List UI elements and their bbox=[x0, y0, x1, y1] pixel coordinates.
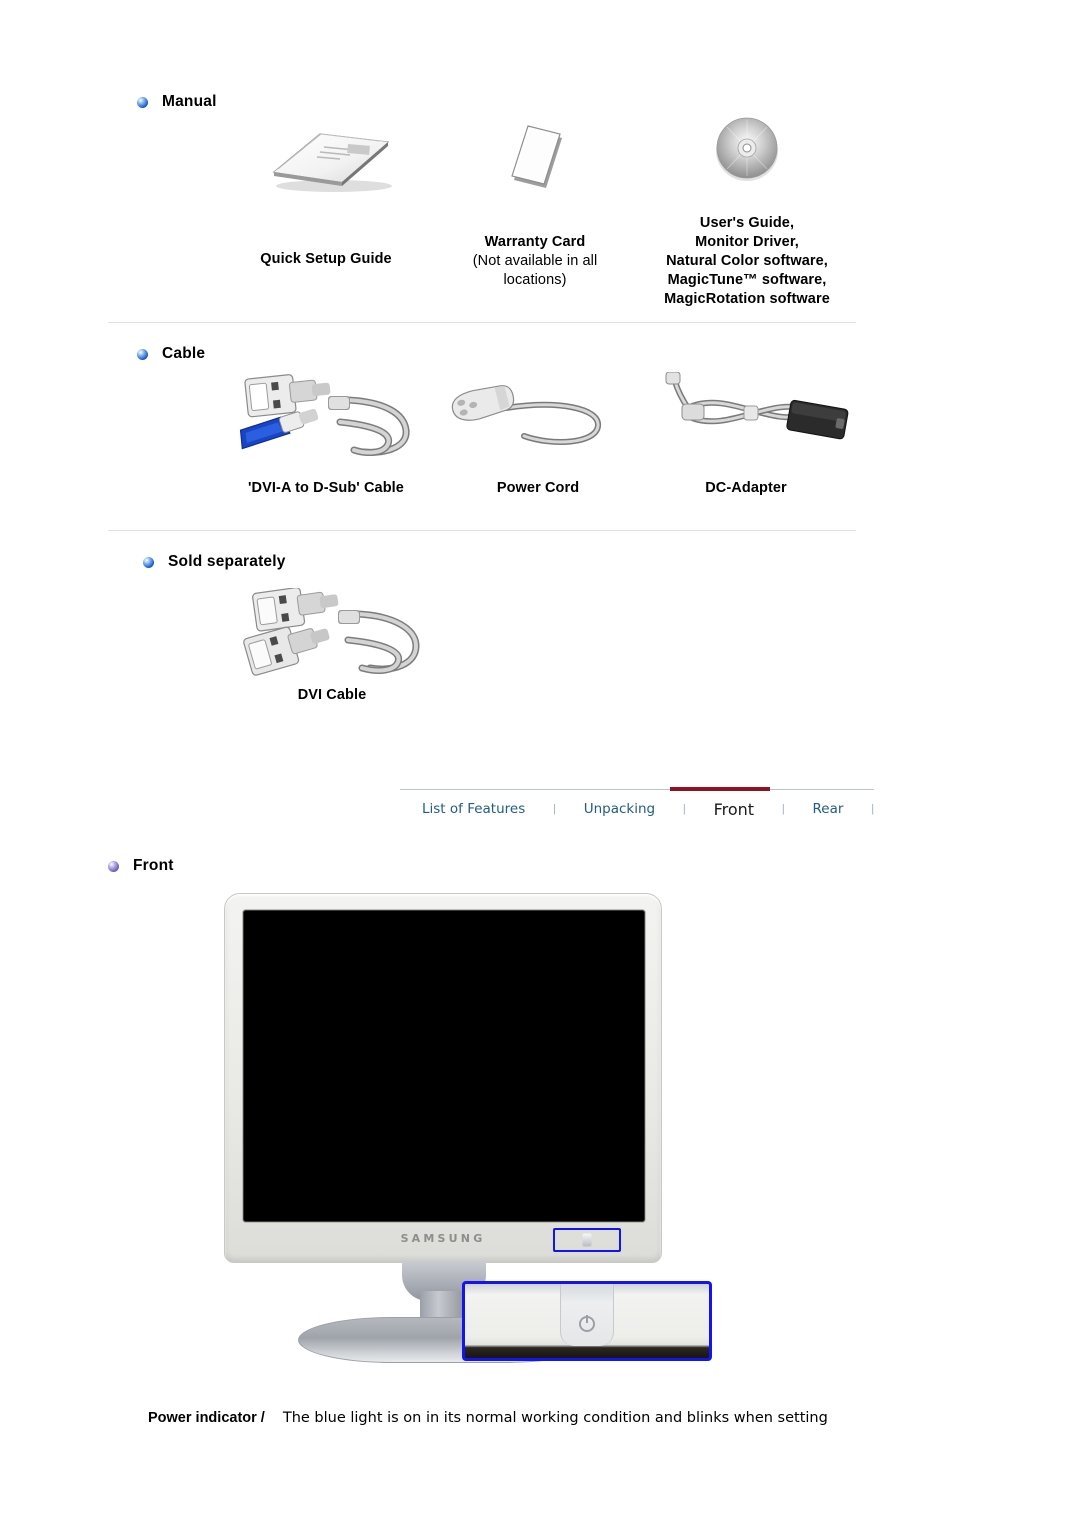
tab-front[interactable]: Front bbox=[714, 800, 754, 819]
caption-text: Warranty Card bbox=[484, 234, 586, 250]
tab-unpacking[interactable]: Unpacking bbox=[584, 801, 655, 817]
bullet-icon bbox=[143, 556, 154, 568]
section-label-sold-separately: Sold separately bbox=[168, 553, 286, 570]
power-indicator-term: Power indicator / bbox=[148, 1410, 265, 1426]
caption-line-3: Natural Color software, bbox=[666, 253, 828, 269]
power-symbol-icon bbox=[579, 1316, 595, 1332]
caption-warranty-card: Warranty Card (Not available in all loca… bbox=[440, 233, 630, 290]
section-divider-2 bbox=[108, 530, 856, 531]
caption-text: Quick Setup Guide bbox=[260, 251, 392, 267]
section-label-manual: Manual bbox=[162, 93, 217, 110]
tab-separator: | bbox=[553, 803, 556, 815]
power-button-highlight-box bbox=[553, 1228, 621, 1252]
active-tab-indicator bbox=[670, 787, 770, 791]
caption-text: Power Cord bbox=[496, 480, 580, 496]
tab-separator: | bbox=[871, 803, 875, 815]
section-label-front: Front bbox=[133, 857, 174, 874]
bullet-icon bbox=[137, 96, 148, 108]
power-button-zoom-callout bbox=[462, 1281, 712, 1361]
section-header-manual: Manual bbox=[137, 93, 217, 111]
power-indicator-description: The blue light is on in its normal worki… bbox=[282, 1410, 828, 1426]
power-indicator-row: Power indicator / The blue light is on i… bbox=[148, 1410, 908, 1426]
caption-line-1: User's Guide, bbox=[699, 215, 795, 231]
card-icon bbox=[511, 125, 562, 188]
caption-power-cord: Power Cord bbox=[448, 479, 628, 498]
monitor-screen bbox=[243, 910, 645, 1222]
section-header-front: Front bbox=[108, 857, 174, 875]
caption-quick-setup-guide: Quick Setup Guide bbox=[206, 250, 446, 269]
caption-line-2: Monitor Driver, bbox=[695, 234, 799, 250]
caption-dvi-dsub-cable: 'DVI-A to D-Sub' Cable bbox=[206, 479, 446, 498]
caption-text: DVI Cable bbox=[297, 687, 367, 703]
tab-separator: | bbox=[682, 803, 686, 815]
dvi-cable-icon bbox=[243, 588, 420, 676]
dvi-dsub-cable-icon bbox=[239, 374, 410, 456]
cd-icon bbox=[716, 117, 778, 181]
power-cord-icon bbox=[451, 385, 601, 445]
booklet-icon bbox=[272, 133, 392, 192]
caption-subtext-line1: (Not available in all bbox=[472, 253, 598, 269]
caption-dc-adapter: DC-Adapter bbox=[656, 479, 836, 498]
caption-text: 'DVI-A to D-Sub' Cable bbox=[248, 480, 404, 496]
dc-adapter-icon bbox=[665, 372, 849, 440]
bullet-icon bbox=[137, 348, 148, 360]
section-header-sold-separately: Sold separately bbox=[143, 553, 286, 571]
caption-text: DC-Adapter bbox=[705, 480, 787, 496]
tab-list-of-features[interactable]: List of Features bbox=[422, 801, 525, 817]
caption-line-4: MagicTune™ software, bbox=[667, 272, 827, 288]
section-divider-1 bbox=[108, 322, 856, 323]
section-label-cable: Cable bbox=[162, 345, 206, 362]
caption-software-cd: User's Guide, Monitor Driver, Natural Co… bbox=[632, 214, 862, 309]
bullet-icon-purple bbox=[108, 860, 119, 872]
section-header-cable: Cable bbox=[137, 345, 205, 363]
caption-line-5: MagicRotation software bbox=[664, 291, 830, 307]
monitor-bezel: SAMSUNG bbox=[224, 893, 662, 1263]
caption-subtext-line2: locations) bbox=[503, 272, 567, 288]
caption-dvi-cable: DVI Cable bbox=[232, 686, 432, 705]
tab-rear[interactable]: Rear bbox=[812, 801, 843, 817]
power-button-icon bbox=[582, 1233, 592, 1247]
section-nav-tabs: List of Features | Unpacking | Front | R… bbox=[400, 787, 875, 825]
tab-separator: | bbox=[781, 803, 785, 815]
